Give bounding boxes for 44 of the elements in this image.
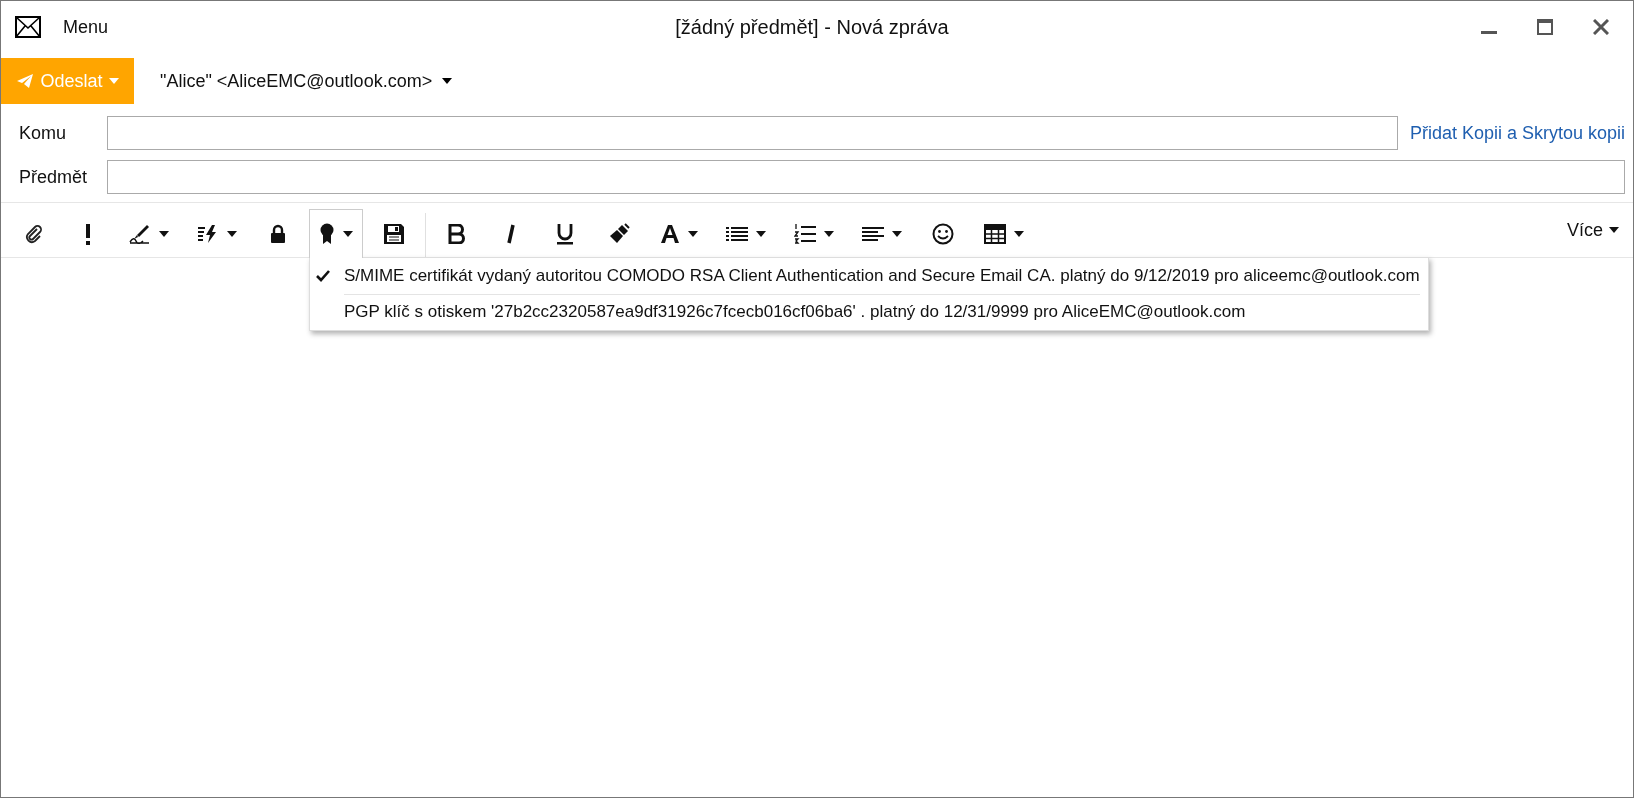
checkmark-icon xyxy=(316,270,330,282)
caret-icon xyxy=(1014,230,1024,237)
bullet-list-icon xyxy=(726,225,748,242)
caret-icon xyxy=(227,230,237,237)
caret-icon xyxy=(159,230,169,237)
input-field[interactable] xyxy=(107,116,1398,150)
caret-icon xyxy=(343,231,353,237)
add-cc-bcc-link[interactable]: Přidat Kopii a Skrytou kopii xyxy=(1409,122,1625,144)
caret-icon xyxy=(892,230,902,237)
certificate-button[interactable] xyxy=(309,209,363,258)
pen-icon xyxy=(129,223,151,244)
field-label: Předmět xyxy=(18,166,89,188)
caret-icon xyxy=(108,78,119,84)
field-label: Komu xyxy=(18,122,68,144)
brush-icon xyxy=(608,222,630,245)
save-icon xyxy=(383,222,405,245)
lightning-icon xyxy=(197,223,219,244)
envelope-icon[interactable] xyxy=(15,16,41,38)
window-title: [žádný předmět] - Nová zpráva xyxy=(675,15,949,39)
caret-icon xyxy=(756,230,766,237)
caret-icon xyxy=(824,230,834,237)
caret-icon xyxy=(442,78,453,84)
italic-icon xyxy=(505,223,517,244)
table-icon xyxy=(984,223,1006,244)
paperclip-icon xyxy=(24,223,44,244)
bold-icon xyxy=(448,223,466,244)
numbered-list-icon xyxy=(794,222,816,245)
smiley-icon xyxy=(932,222,954,245)
close-icon[interactable] xyxy=(1593,19,1609,35)
certificate-menu-item[interactable]: S/MIME certifikát vydaný autoritou COMODO RSA Client Authentication and Secure Email CA. platný do 9/12/2019 pro aliceemc@outlook.com xyxy=(316,258,1420,294)
align-icon xyxy=(862,225,884,242)
more-button[interactable]: Více xyxy=(1560,203,1625,257)
caret-icon xyxy=(688,230,698,237)
sender-dropdown[interactable]: "Alice" <AliceEMC@outlook.com> xyxy=(154,69,459,93)
lock-icon xyxy=(270,223,286,244)
caret-icon xyxy=(1609,227,1619,233)
exclamation-icon xyxy=(84,222,92,245)
underline-icon xyxy=(556,222,574,245)
menu-label[interactable]: Menu xyxy=(63,16,109,38)
ribbon-icon xyxy=(319,223,335,245)
input-field[interactable] xyxy=(107,160,1625,194)
paper-plane-icon xyxy=(16,73,35,89)
maximize-icon[interactable] xyxy=(1537,19,1553,35)
font-icon xyxy=(660,223,680,244)
